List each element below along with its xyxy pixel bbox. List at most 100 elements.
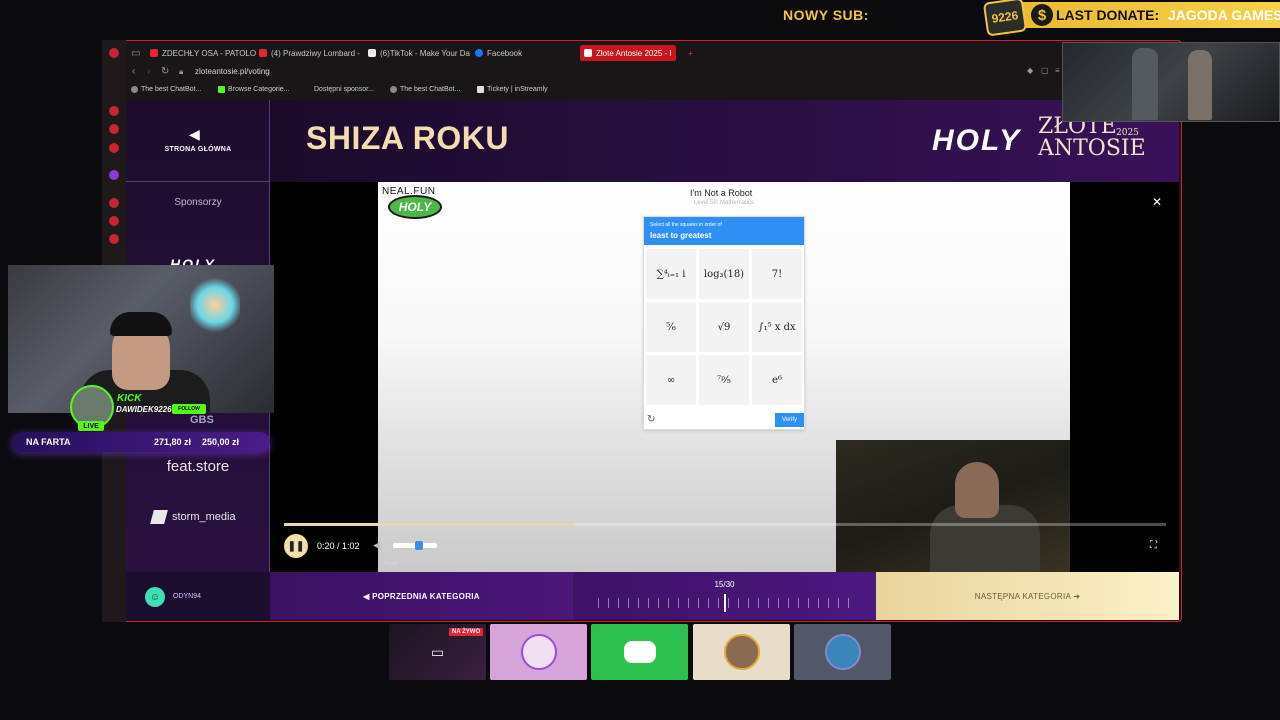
bookmark-label: Browse Categorie... [228, 86, 290, 93]
tab-facebook[interactable]: Facebook [475, 45, 522, 61]
thumbnail-avatar [693, 624, 790, 680]
tab-youtube-2[interactable]: (4) Prawdziwy Lombard - [259, 45, 360, 61]
live-badge: LIVE [78, 421, 104, 431]
bookmark-item[interactable]: Dostępni sponsor... [314, 86, 374, 93]
captcha-title: I'm Not a Robot [690, 188, 753, 198]
previous-category-label[interactable]: ◀ POPRZEDNIA KATEGORIA [270, 592, 573, 601]
thumbnail-sticker [490, 624, 587, 680]
tab-label: (6)TikTok - Make Your Da [380, 48, 470, 58]
bookmark-icon [390, 86, 397, 93]
address-bar[interactable]: zloteantosie.pl/voting [195, 67, 270, 76]
tab-list-icon[interactable]: ▭ [131, 48, 140, 59]
page-title: SHIZA ROKU [306, 120, 509, 156]
next-category-label[interactable]: NASTĘPNA KATEGORIA ➜ [876, 592, 1179, 601]
screenshot-icon[interactable]: ▢ [1041, 66, 1049, 75]
bookmark-label: Dostępni sponsor... [314, 86, 374, 93]
pause-button[interactable]: ❚❚ [284, 534, 308, 558]
monitor-icon: ▭ [430, 643, 445, 660]
extension-icon[interactable]: ◆ [1027, 66, 1033, 75]
youtube-icon [259, 49, 267, 57]
mascot-icon [520, 634, 557, 670]
new-tab-button[interactable]: + [688, 45, 693, 61]
sidebar-app-icon[interactable] [109, 143, 119, 153]
logo-year: 2025 [1116, 128, 1139, 138]
tab-label: Facebook [487, 48, 523, 58]
sponsor-storm-media-logo[interactable]: storm_media [150, 510, 236, 524]
sponsor-label: storm_media [172, 511, 236, 523]
sponsors-heading: Sponsorzy [174, 197, 222, 208]
goal-label: NA FARTA [26, 437, 71, 447]
game-character [1132, 48, 1158, 120]
next-label-text: NASTĘPNA KATEGORIA [974, 592, 1071, 601]
user-avatar-icon[interactable]: ☺ [145, 587, 165, 607]
goal-current: 271,80 zł [154, 437, 192, 447]
fullscreen-icon[interactable]: ⛶ [1150, 540, 1157, 551]
site-icon [584, 49, 592, 57]
led-light [190, 275, 240, 335]
sidebar-app-icon[interactable] [109, 234, 119, 244]
bookmark-label: The best ChatBot... [141, 86, 202, 93]
captcha-cell: ∞ [646, 355, 696, 405]
close-icon[interactable]: ✕ [1152, 195, 1162, 209]
new-sub-label: NOWY SUB: [783, 7, 869, 23]
bookmark-item[interactable]: Browse Categorie... [218, 86, 289, 93]
bookmark-label: Tickety | inStreamly [487, 86, 548, 93]
arrow-left-icon[interactable]: ◀ [189, 126, 200, 143]
back-icon[interactable]: ‹ [132, 66, 135, 77]
tab-label: Złote Antosie 2025 - I [596, 48, 672, 58]
streamer-cap [110, 312, 172, 336]
menu-icon[interactable]: ≡ [1055, 66, 1060, 75]
tab-label: (4) Prawdziwy Lombard - [271, 48, 360, 58]
sidebar-app-icon[interactable] [109, 124, 119, 134]
captcha-cell: ⁷ᵖ⁄₅ [699, 355, 749, 405]
sidebar-app-icon[interactable] [109, 106, 119, 116]
avatar-icon [723, 634, 760, 670]
category-counter: 15/30 [714, 580, 735, 589]
browser-logo-icon[interactable] [109, 48, 119, 58]
arrow-right-icon: ➜ [1070, 592, 1081, 601]
twitch-icon[interactable] [109, 170, 119, 180]
captcha-cell: ⁵⁄₆ [646, 302, 696, 352]
volume-icon[interactable]: ◀) [373, 540, 383, 551]
home-label[interactable]: STRONA GŁÓWNA [126, 146, 270, 153]
video-progress-fill [284, 523, 576, 526]
zlote-antosie-logo: ZŁOTE ANTOSIE [1038, 116, 1146, 160]
game-camera-overlay [1062, 42, 1280, 122]
tab-zlote-antosie[interactable]: Złote Antosie 2025 - I [580, 45, 676, 61]
tab-label: ZDECHŁY OSA - PATOLO [162, 48, 257, 58]
channel-badge: 9226 [982, 0, 1028, 37]
tiktok-icon [368, 49, 376, 57]
bookmark-icon [131, 86, 138, 93]
tab-youtube-1[interactable]: ZDECHŁY OSA - PATOLO [150, 45, 256, 61]
captcha-cell: ∫₁⁵ x dx [752, 302, 802, 352]
bookmark-item[interactable]: Tickety | inStreamly [477, 86, 548, 93]
kick-icon [218, 86, 225, 93]
bookmark-item[interactable]: The best ChatBot... [131, 86, 201, 93]
sponsor-gbs-logo[interactable]: GBS [190, 414, 214, 426]
tab-tiktok[interactable]: (6)TikTok - Make Your Da [368, 45, 470, 61]
forward-icon[interactable]: › [147, 66, 150, 77]
sidebar-app-icon[interactable] [109, 198, 119, 208]
reset-label: Reset [384, 561, 398, 567]
pip-person-head [955, 462, 999, 518]
facebook-icon [475, 49, 483, 57]
live-now-badge: NA ŻYWO [449, 628, 484, 636]
follow-badge: FOLLOW [172, 404, 206, 414]
youtube-icon [150, 49, 158, 57]
discord-icon [623, 641, 656, 663]
captcha-verify-button: Verify [775, 413, 804, 427]
bookmark-item[interactable]: The best ChatBot... [390, 86, 460, 93]
sidebar-app-icon[interactable] [109, 216, 119, 226]
holy-logo: HOLY [932, 124, 1022, 157]
thumbnail-avatar [794, 624, 891, 680]
volume-slider-handle[interactable] [415, 541, 424, 550]
sponsor-feat-store-logo[interactable]: feat.store [126, 458, 270, 475]
captcha-prompt: Select all the squares in order of [650, 222, 722, 228]
prev-label-text: POPRZEDNIA KATEGORIA [372, 592, 480, 601]
captcha-prompt-emphasis: least to greatest [650, 231, 712, 240]
reload-icon[interactable]: ↻ [161, 66, 169, 77]
video-time: 0:20 / 1:02 [317, 541, 360, 551]
captcha-subtitle: Level 58: Mathematics [694, 200, 755, 206]
game-character [1188, 50, 1212, 120]
holy-badge: HOLY [388, 195, 442, 219]
